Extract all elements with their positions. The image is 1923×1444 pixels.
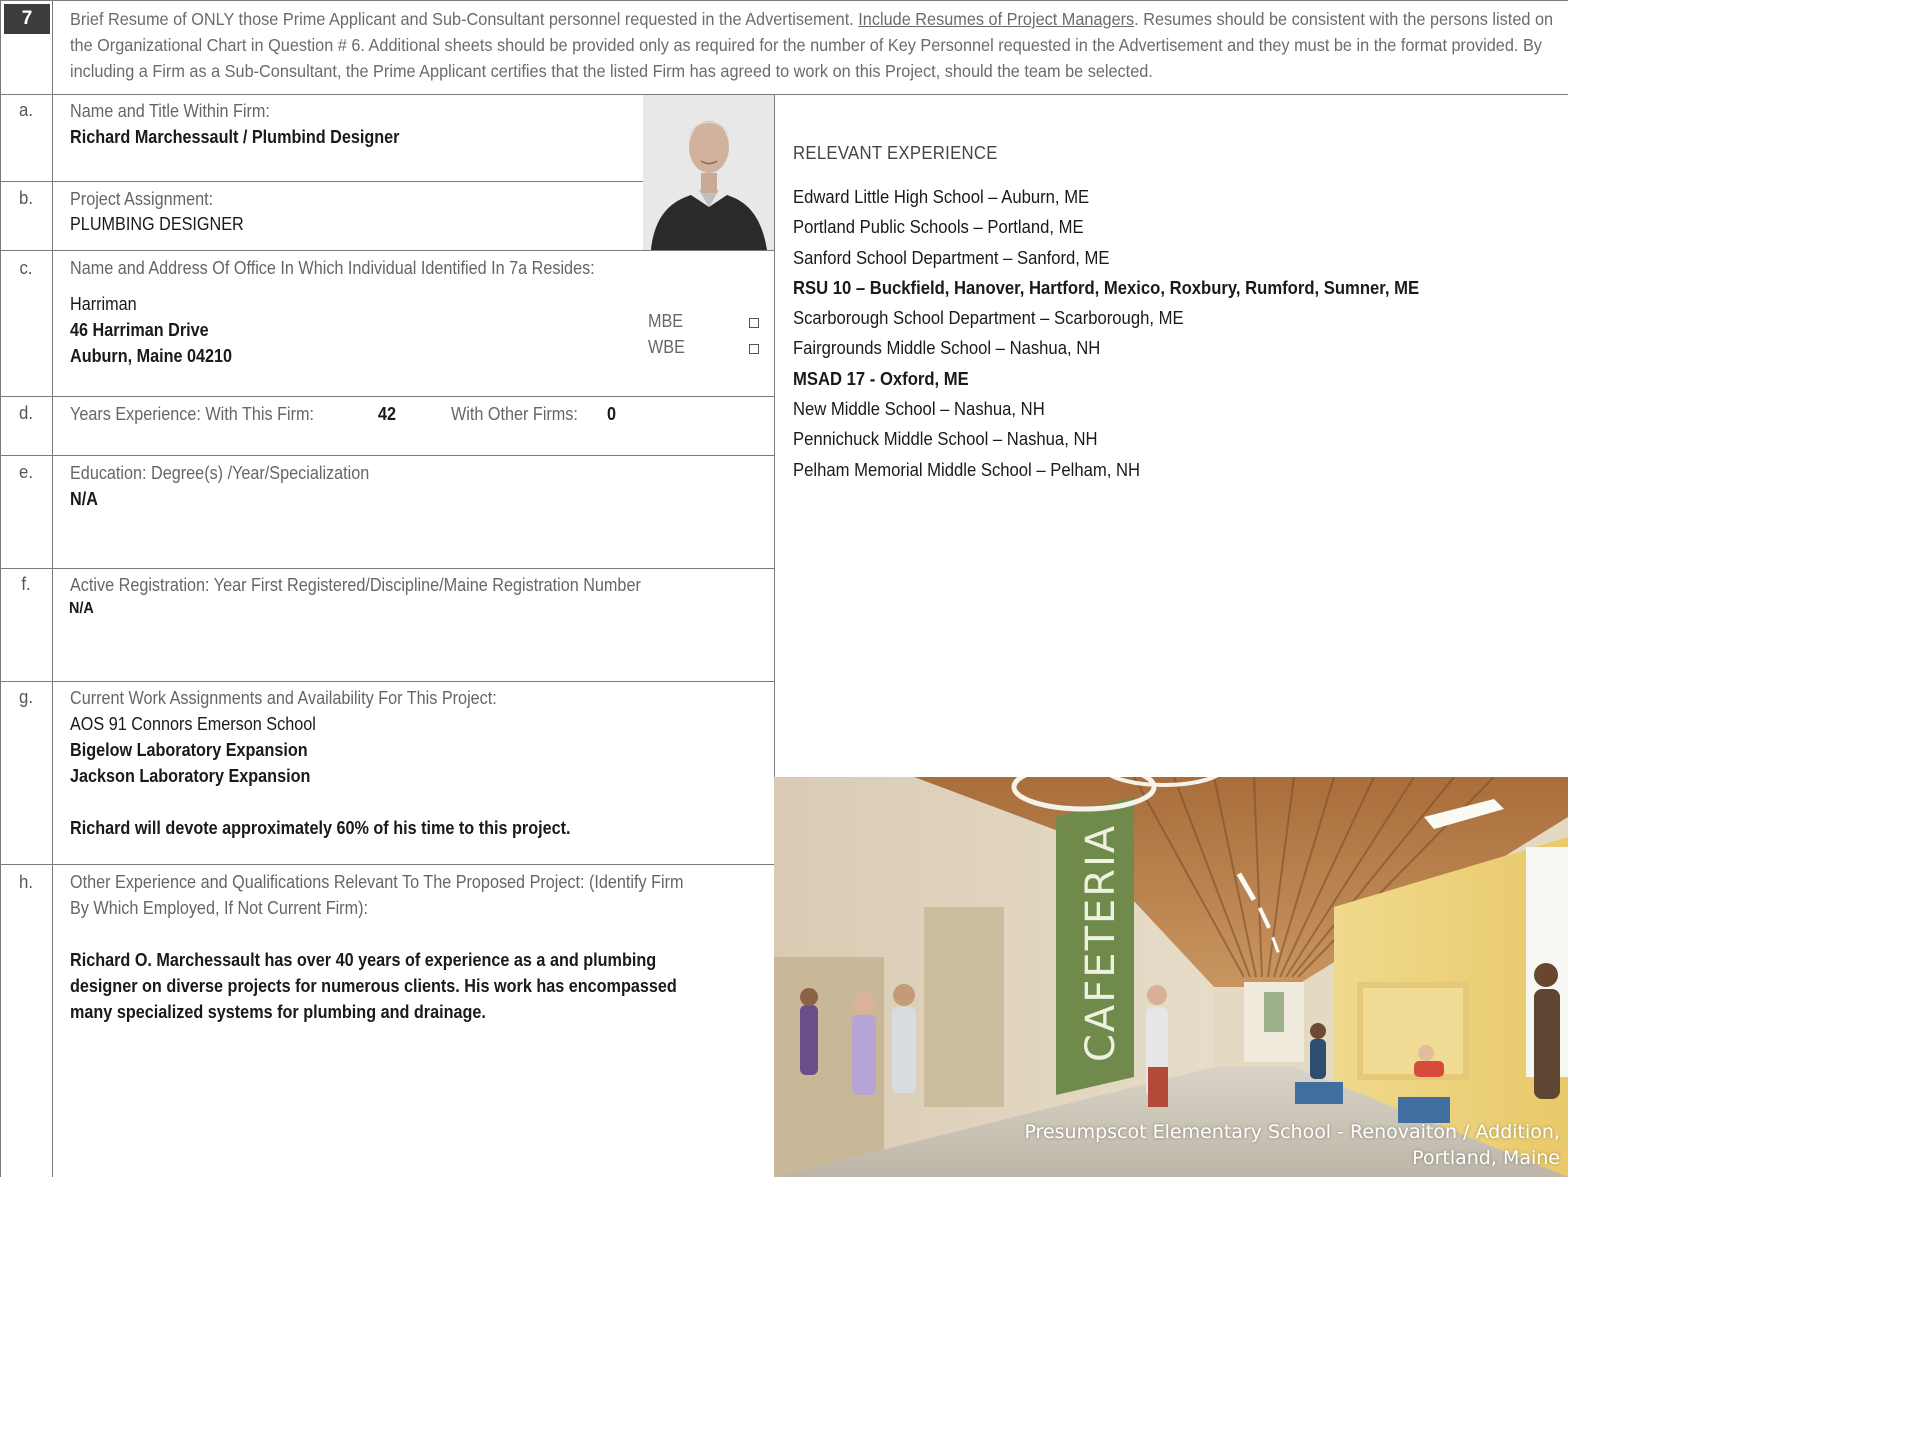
- mbe-label: MBE: [648, 311, 684, 331]
- current-work-item: AOS 91 Connors Emerson School: [70, 714, 316, 734]
- row-a-divider: [0, 181, 643, 182]
- intro-underlined-text: Include Resumes of Project Managers: [858, 9, 1135, 29]
- years-other-value: 0: [607, 404, 617, 424]
- office-address-label: Name and Address Of Office In Which Indi…: [70, 258, 595, 278]
- experience-item: Fairgrounds Middle School – Nashua, NH: [793, 337, 1101, 359]
- other-experience-label-line1: Other Experience and Qualifications Rele…: [70, 872, 684, 892]
- experience-item: New Middle School – Nashua, NH: [793, 398, 1045, 420]
- experience-item: Scarborough School Department – Scarboro…: [793, 307, 1184, 329]
- row-letter-a: a.: [19, 100, 33, 120]
- row-d-divider: [0, 455, 774, 456]
- row-letter-f: f.: [21, 574, 31, 594]
- row-letter-g: g.: [19, 687, 33, 707]
- registration-label: Active Registration: Year First Register…: [70, 575, 641, 595]
- rendering-caption: Presumpscot Elementary School - Renovait…: [1024, 1119, 1560, 1171]
- right-column-divider: [774, 94, 775, 777]
- registration-value: N/A: [69, 600, 94, 617]
- experience-item: RSU 10 – Buckfield, Hanover, Hartford, M…: [793, 276, 1420, 298]
- caption-line-2: Portland, Maine: [1412, 1147, 1560, 1169]
- experience-item: Sanford School Department – Sanford, ME: [793, 246, 1110, 268]
- mbe-checkbox[interactable]: [749, 318, 759, 328]
- years-other-label: With Other Firms:: [451, 404, 578, 424]
- row-e-divider: [0, 568, 774, 569]
- row-c-divider: [0, 396, 774, 397]
- personnel-photo: [643, 95, 774, 250]
- other-experience-label-line2: By Which Employed, If Not Current Firm):: [70, 898, 368, 918]
- experience-item: Portland Public Schools – Portland, ME: [793, 216, 1084, 238]
- availability-statement: Richard will devote approximately 60% of…: [70, 818, 571, 838]
- current-work-item: Bigelow Laboratory Expansion: [70, 740, 308, 760]
- row-f-divider: [0, 681, 774, 682]
- intro-text-1: Brief Resume of ONLY those Prime Applica…: [70, 9, 859, 29]
- section-number: 7: [4, 4, 50, 34]
- row-letter-d: d.: [19, 403, 33, 423]
- intro-bottom-divider: [0, 94, 1568, 95]
- other-experience-text-line1: Richard O. Marchessault has over 40 year…: [70, 950, 657, 970]
- experience-item: Edward Little High School – Auburn, ME: [793, 186, 1090, 207]
- education-label: Education: Degree(s) /Year/Specializatio…: [70, 463, 370, 483]
- wbe-label: WBE: [648, 337, 685, 357]
- letter-column-divider: [52, 0, 53, 1177]
- name-title-label: Name and Title Within Firm:: [70, 101, 270, 121]
- current-work-label: Current Work Assignments and Availabilit…: [70, 688, 497, 708]
- education-value: N/A: [70, 489, 98, 509]
- row-letter-e: e.: [19, 462, 33, 482]
- experience-item: Pelham Memorial Middle School – Pelham, …: [793, 458, 1141, 480]
- current-work-item: Jackson Laboratory Expansion: [70, 766, 311, 786]
- person-portrait-icon: [643, 95, 774, 250]
- border-top: [0, 0, 1568, 1]
- other-experience-text-line2: designer on diverse projects for numerou…: [70, 976, 677, 996]
- relevant-experience-list: Edward Little High School – Auburn, ME P…: [793, 182, 1489, 485]
- office-street: 46 Harriman Drive: [70, 320, 209, 340]
- row-letter-h: h.: [19, 872, 33, 892]
- row-g-divider: [0, 864, 774, 865]
- experience-item: Pennichuck Middle School – Nashua, NH: [793, 428, 1098, 450]
- wbe-checkbox[interactable]: [749, 344, 759, 354]
- cafeteria-rendering-image: CAFETERIA: [774, 777, 1568, 1177]
- years-firm-value: 42: [378, 404, 397, 424]
- other-experience-text-line3: many specialized systems for plumbing an…: [70, 1002, 486, 1022]
- project-assignment-value: PLUMBING DESIGNER: [70, 214, 244, 234]
- row-b-divider: [0, 250, 774, 251]
- office-city: Auburn, Maine 04210: [70, 346, 233, 366]
- section-instructions: Brief Resume of ONLY those Prime Applica…: [70, 6, 1560, 84]
- experience-item: MSAD 17 - Oxford, ME: [793, 367, 969, 389]
- name-title-value: Richard Marchessault / Plumbind Designer: [70, 127, 400, 147]
- project-rendering: CAFETERIA Presumpscot Elementary School …: [774, 777, 1568, 1177]
- row-letter-b: b.: [19, 188, 33, 208]
- caption-line-1: Presumpscot Elementary School - Renovait…: [1024, 1121, 1560, 1143]
- office-name: Harriman: [70, 294, 137, 314]
- project-assignment-label: Project Assignment:: [70, 189, 214, 209]
- relevant-experience-title: RELEVANT EXPERIENCE: [793, 143, 998, 163]
- cafeteria-sign: CAFETERIA: [1078, 824, 1124, 1062]
- years-firm-label: Years Experience: With This Firm:: [70, 404, 314, 424]
- row-letter-c: c.: [19, 258, 33, 278]
